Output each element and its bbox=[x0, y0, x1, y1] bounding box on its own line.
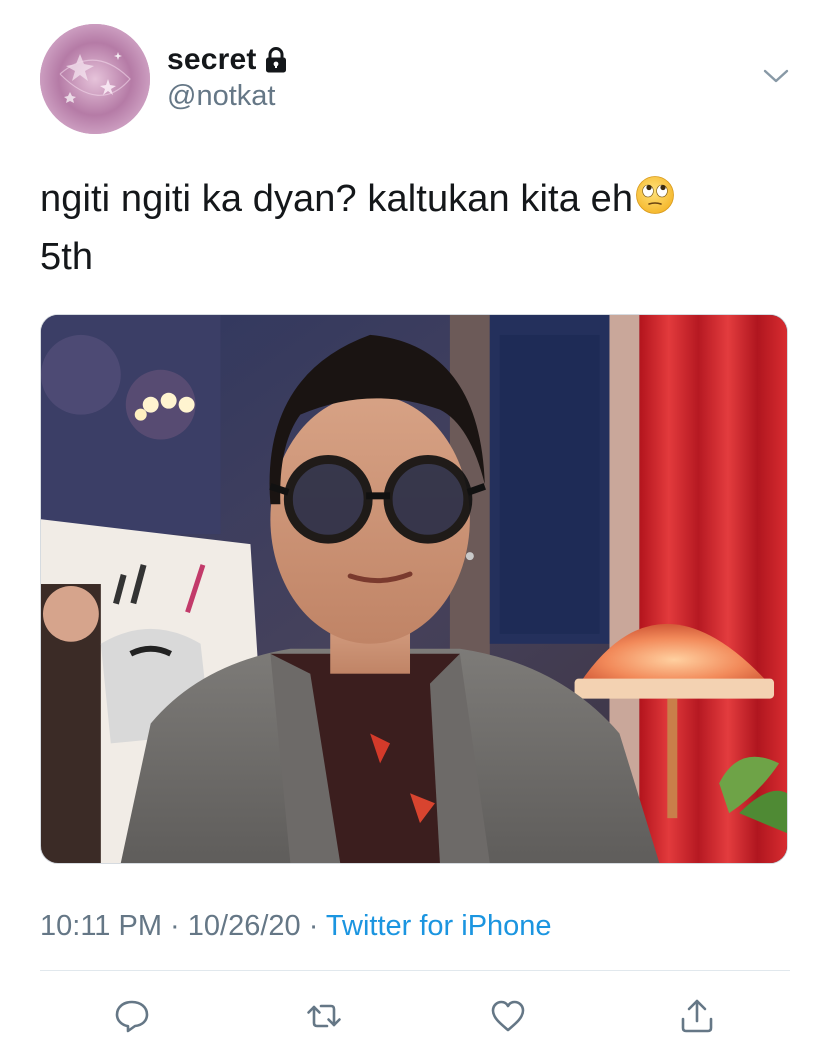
tweet-source-link[interactable]: Twitter for iPhone bbox=[326, 910, 552, 942]
tweet-text-line-1: ngiti ngiti ka dyan? kaltukan kita eh bbox=[40, 170, 800, 228]
divider bbox=[40, 970, 790, 971]
tweet-photo[interactable] bbox=[40, 314, 788, 864]
meta-separator: · bbox=[161, 910, 188, 942]
reply-icon bbox=[115, 1000, 149, 1033]
lock-icon bbox=[265, 47, 287, 73]
chevron-down-icon[interactable] bbox=[762, 64, 790, 88]
share-button[interactable] bbox=[675, 994, 719, 1038]
display-name[interactable]: secret bbox=[167, 43, 257, 77]
avatar[interactable] bbox=[40, 24, 150, 134]
like-button[interactable] bbox=[486, 994, 530, 1038]
share-icon bbox=[681, 999, 713, 1033]
reply-button[interactable] bbox=[110, 994, 154, 1038]
retweet-icon bbox=[307, 1004, 341, 1028]
tweet-text: ngiti ngiti ka dyan? kaltukan kita eh 5t… bbox=[40, 170, 800, 286]
avatar-image bbox=[40, 24, 150, 134]
tweet-date[interactable]: 10/26/20 bbox=[188, 910, 301, 942]
face-with-rolling-eyes-icon bbox=[635, 174, 675, 214]
like-icon bbox=[491, 1000, 525, 1032]
author-name-row[interactable]: secret bbox=[167, 43, 287, 77]
photo-illustration bbox=[41, 315, 787, 863]
user-handle[interactable]: @notkat bbox=[167, 80, 275, 113]
tweet-metadata: 10:11 PM · 10/26/20 · Twitter for iPhone bbox=[40, 910, 552, 943]
tweet-text-content: ngiti ngiti ka dyan? kaltukan kita eh bbox=[40, 178, 634, 220]
tweet-time[interactable]: 10:11 PM bbox=[40, 910, 162, 942]
meta-separator: · bbox=[300, 910, 326, 942]
retweet-button[interactable] bbox=[302, 994, 346, 1038]
tweet-text-line-2: 5th bbox=[40, 236, 94, 278]
